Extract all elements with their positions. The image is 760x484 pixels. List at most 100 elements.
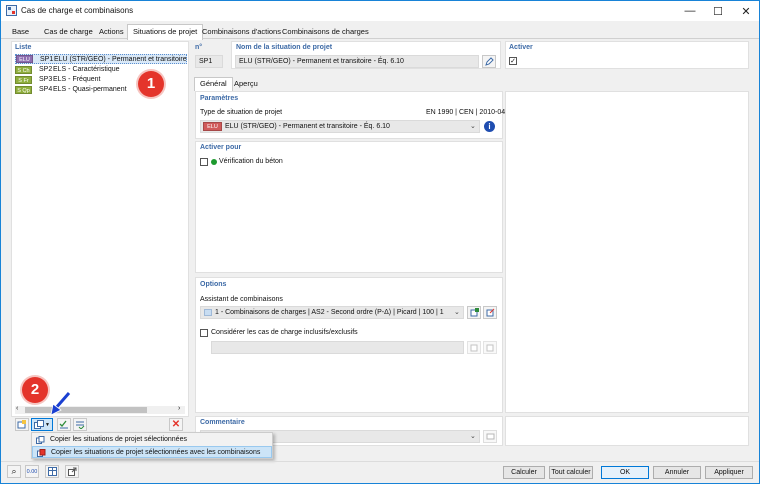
delete-button[interactable]: ✕ <box>169 418 183 431</box>
tab-base[interactable]: Base <box>7 25 34 39</box>
tab-actions[interactable]: Actions <box>94 25 129 39</box>
close-icon: ✕ <box>741 5 751 18</box>
units-button[interactable]: 0.00 <box>25 465 39 478</box>
list-badge: S Qp <box>15 86 32 94</box>
list-badge: S Fr <box>15 76 32 84</box>
edit-name-button[interactable] <box>482 55 496 68</box>
info-icon[interactable]: i <box>484 121 495 132</box>
list-item-id: SP2 <box>39 66 53 73</box>
tout-calculer-button[interactable]: Tout calculer <box>549 466 593 479</box>
chevron-down-icon[interactable]: ⌄ <box>470 432 476 440</box>
list-item-label: ELS - Fréquent <box>53 76 101 83</box>
type-badge: ELU <box>203 122 222 131</box>
uncheck-all-button[interactable] <box>73 418 87 431</box>
calculer-button[interactable]: Calculer <box>503 466 545 479</box>
comment-icon <box>486 433 494 440</box>
list-options-icon <box>76 421 85 429</box>
status-dot-icon <box>211 159 217 165</box>
table-button[interactable] <box>45 465 59 478</box>
activer-checkbox[interactable]: ✓ <box>509 57 517 65</box>
minimize-icon: — <box>684 5 696 17</box>
type-label: Type de situation de projet <box>200 109 283 116</box>
annotation-marker-1: 1 <box>138 71 164 97</box>
name-field[interactable]: ELU (STR/GEO) - Permanent et transitoire… <box>235 55 479 68</box>
comment-button[interactable] <box>483 430 497 443</box>
table-icon <box>47 467 57 476</box>
scroll-left-icon[interactable]: ‹ <box>16 405 18 412</box>
dialog-window: Cas de charge et combinaisons — ☐ ✕ Base… <box>0 0 760 484</box>
combination-icon <box>204 309 212 316</box>
tab-situations-de-projet[interactable]: Situations de projet <box>127 24 204 40</box>
close-button[interactable]: ✕ <box>733 1 759 21</box>
new-situation-button[interactable] <box>15 418 29 431</box>
list-item-id: SP1 <box>40 56 54 63</box>
new-icon <box>470 344 477 352</box>
menu-item-copy[interactable]: Copier les situations de projet sélectio… <box>32 434 272 446</box>
activer-pour-title: Activer pour <box>200 144 242 151</box>
consider-label: Considérer les cas de charge inclusifs/e… <box>211 329 358 336</box>
tab-combinaisons-actions[interactable]: Combinaisons d'actions <box>197 25 286 39</box>
list-item-label: ELS - Caractéristique <box>53 66 120 73</box>
number-field[interactable]: SP1 <box>195 55 223 68</box>
annuler-button[interactable]: Annuler <box>653 466 701 479</box>
list-item-id: SP4 <box>39 86 53 93</box>
tab-apercu[interactable]: Aperçu <box>229 78 263 91</box>
check-list-icon <box>59 420 68 429</box>
export-button[interactable] <box>65 465 79 478</box>
app-icon <box>6 5 17 16</box>
pointer-arrow-icon <box>50 391 71 416</box>
tab-general[interactable]: Général <box>194 77 233 91</box>
list-badge: S Ch <box>15 66 32 74</box>
appliquer-button[interactable]: Appliquer <box>705 466 753 479</box>
copy-icon <box>36 436 45 444</box>
maximize-icon: ☐ <box>713 5 723 18</box>
assistant-select[interactable]: 1 - Combinaisons de charges | AS2 - Seco… <box>200 306 464 319</box>
checkmark-icon: ✓ <box>510 57 516 65</box>
title-bar: Cas de charge et combinaisons — ☐ ✕ <box>1 1 759 21</box>
new-assistant-button[interactable] <box>467 306 481 319</box>
minimize-button[interactable]: — <box>677 1 703 21</box>
tab-cas-de-charge[interactable]: Cas de charge <box>39 25 98 39</box>
new-icon <box>470 308 479 317</box>
maximize-button[interactable]: ☐ <box>705 1 731 21</box>
copy-combination-icon <box>37 449 46 457</box>
verification-label: Vérification du béton <box>219 158 283 165</box>
copy-dropdown-button[interactable]: ▼ <box>31 418 53 431</box>
commentaire-title: Commentaire <box>200 419 245 426</box>
delete-icon: ✕ <box>171 419 181 430</box>
list-badge: ELU <box>16 55 33 63</box>
search-button[interactable]: ⌕ <box>7 465 21 478</box>
verification-checkbox[interactable] <box>200 158 208 166</box>
consider-field <box>211 341 464 354</box>
export-icon <box>67 467 76 476</box>
right-panel <box>505 91 749 413</box>
footer-divider <box>1 461 759 462</box>
edit-icon <box>486 344 493 352</box>
edit-assistant-button[interactable] <box>483 306 497 319</box>
commentaire-right-panel <box>505 416 749 446</box>
options-title: Options <box>200 281 227 288</box>
consider-checkbox[interactable] <box>200 329 208 337</box>
chevron-down-icon[interactable]: ⌄ <box>454 308 460 316</box>
assistant-label: Assistant de combinaisons <box>200 296 283 303</box>
scrollbar-thumb[interactable] <box>25 407 147 413</box>
list-scrollbar[interactable]: ‹ › <box>15 405 185 414</box>
consider-new-button[interactable] <box>467 341 481 354</box>
activer-label: Activer <box>509 44 533 51</box>
consider-edit-button[interactable] <box>483 341 497 354</box>
type-select[interactable]: ELU (STR/GEO) - Permanent et transitoire… <box>200 120 480 133</box>
units-icon: 0.00 <box>26 468 38 475</box>
list-panel <box>11 41 189 417</box>
list-item[interactable]: ELU SP1 ELU (STR/GEO) - Permanent et tra… <box>15 54 188 64</box>
chevron-down-icon: ▼ <box>45 421 50 428</box>
tab-combinaisons-charges[interactable]: Combinaisons de charges <box>277 25 374 39</box>
scroll-right-icon[interactable]: › <box>178 405 180 412</box>
list-item[interactable]: S Ch SP2 ELS - Caractéristique <box>15 65 187 75</box>
ok-button[interactable]: OK <box>601 466 649 479</box>
chevron-down-icon[interactable]: ⌄ <box>470 122 476 130</box>
main-tabs: Base Cas de charge Actions Situations de… <box>1 23 759 40</box>
menu-item-copy-with-combinations[interactable]: Copier les situations de projet sélectio… <box>32 446 272 458</box>
copy-context-menu: Copier les situations de projet sélectio… <box>31 432 273 459</box>
check-all-button[interactable] <box>57 418 71 431</box>
new-icon <box>17 420 26 429</box>
